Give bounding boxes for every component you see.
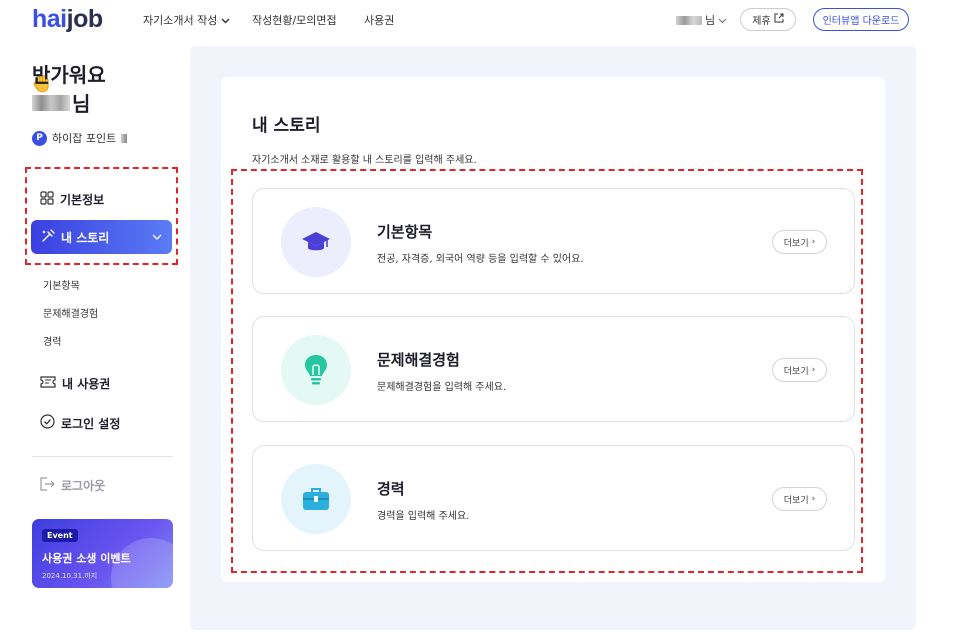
hajob-points: P 하이잡 포인트 [32,130,128,146]
highlight-box-main [231,169,863,573]
event-title: 사용권 소생 이벤트 [42,552,131,565]
sidebar-item-my-ticket[interactable]: 내 사용권 [40,375,110,392]
sidebar-subitem-career[interactable]: 경력 [43,333,61,348]
sidebar-divider [32,456,173,457]
interview-app-download-button[interactable]: 인터뷰앱 다운로드 [813,8,909,31]
event-tag: Event [42,529,78,542]
blurred-username [32,94,70,111]
event-banner[interactable]: Event 사용권 소생 이벤트 2024.10.31.까지 [32,519,173,588]
sidebar-item-my-story[interactable]: 내 스토리 [31,220,172,254]
page-title: 내 스토리 [252,116,321,136]
blurred-points-value [121,133,128,143]
name-suffix: 님 [72,92,91,116]
sidebar-item-label: 내 스토리 [61,230,110,245]
shield-check-icon [40,414,55,432]
points-label: 하이잡 포인트 [52,132,117,145]
top-bar: haijob 자기소개서 작성 작성현황/모의면접 사용권 님 제휴 인터뷰앱 … [0,0,966,40]
points-icon: P [32,130,47,146]
nav-write-label: 자기소개서 작성 [143,14,218,27]
sidebar-subitem-problem-solving[interactable]: 문제해결경험 [43,305,98,320]
sidebar-item-label: 내 사용권 [62,377,111,391]
logout-button[interactable]: 로그아웃 [40,477,105,494]
user-menu[interactable]: 님 [676,12,727,28]
nav-status-interview[interactable]: 작성현황/모의면접 [252,12,337,28]
page-description: 자기소개서 소재로 활용할 내 스토리를 입력해 주세요. [252,155,477,166]
grid-icon [40,191,54,208]
chevron-down-icon [718,14,727,27]
story-icon [41,228,55,246]
greeting-username: 님 [32,88,90,117]
nav-write-cover-letter[interactable]: 자기소개서 작성 [143,12,230,28]
logout-label: 로그아웃 [61,479,106,493]
partner-button[interactable]: 제휴 [740,8,796,31]
chevron-down-icon [221,14,230,27]
external-link-icon [774,13,784,26]
sidebar-item-label: 로그인 설정 [61,416,121,431]
sidebar-item-login-settings[interactable]: 로그인 설정 [40,414,120,432]
partner-label: 제휴 [752,16,771,27]
sidebar-item-label: 기본정보 [60,193,105,207]
logout-icon [40,477,55,494]
hajob-logo[interactable]: haijob [32,5,103,34]
greeting-title: 반가워요 [32,63,106,87]
user-suffix: 님 [705,14,716,27]
sidebar-subitem-basic[interactable]: 기본항목 [43,277,80,292]
chevron-down-icon [152,232,162,243]
blurred-username [676,15,702,25]
ticket-icon [40,376,56,391]
event-date: 2024.10.31.까지 [42,572,98,580]
sidebar-item-basic-info[interactable]: 기본정보 [40,191,104,208]
nav-ticket[interactable]: 사용권 [364,12,394,28]
